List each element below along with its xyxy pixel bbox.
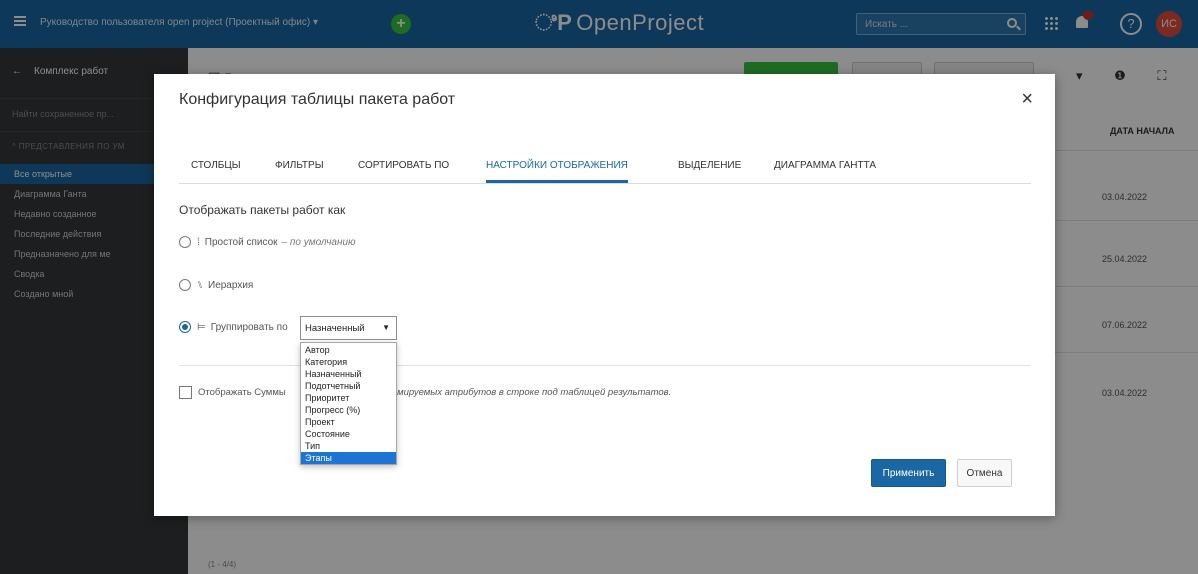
tab-display-settings[interactable]: НАСТРОЙКИ ОТОБРАЖЕНИЯ <box>486 160 628 183</box>
dropdown-option[interactable]: Автор <box>301 344 396 356</box>
group-by-select[interactable]: Назначенный ▼ <box>300 316 397 340</box>
default-note: – по умолчанию <box>281 236 356 248</box>
dropdown-option[interactable]: Назначенный <box>301 368 396 380</box>
group-by-label: Группировать по <box>210 321 288 333</box>
dropdown-option[interactable]: Подотчетный <box>301 380 396 392</box>
group-by-icon: ⊨ <box>197 321 206 333</box>
group-by-dropdown: Автор Категория Назначенный Подотчетный … <box>300 342 397 465</box>
dropdown-option[interactable]: Прогресс (%) <box>301 404 396 416</box>
dropdown-option-highlighted[interactable]: Этапы <box>301 452 396 464</box>
tab-sort-by[interactable]: СОРТИРОВАТЬ ПО <box>358 160 449 171</box>
tab-filters[interactable]: ФИЛЬТРЫ <box>275 160 324 171</box>
hierarchy-label: Иерархия <box>208 279 254 291</box>
display-mode-label: Отображать пакеты работ как <box>179 203 346 217</box>
dropdown-option[interactable]: Проект <box>301 416 396 428</box>
dropdown-option[interactable]: Состояние <box>301 428 396 440</box>
flat-list-label: Простой список <box>204 236 278 248</box>
table-config-modal: Конфигурация таблицы пакета работ × СТОЛ… <box>154 74 1055 516</box>
hierarchy-icon: ⑊ <box>197 279 203 291</box>
display-sums-label-start: Отображать Суммы <box>198 387 286 398</box>
tab-highlighting[interactable]: ВЫДЕЛЕНИЕ <box>678 160 741 171</box>
group-by-select-value: Назначенный <box>305 323 365 334</box>
cancel-button[interactable]: Отмена <box>957 459 1012 487</box>
option-hierarchy[interactable]: ⑊ Иерархия <box>179 279 253 291</box>
modal-title: Конфигурация таблицы пакета работ <box>179 91 456 108</box>
chevron-down-icon: ▼ <box>382 323 390 332</box>
display-sums-option[interactable]: Отображать Суммы сумму всех суммируемых а… <box>179 386 671 399</box>
display-sums-checkbox[interactable] <box>179 386 192 399</box>
dropdown-option[interactable]: Приоритет <box>301 392 396 404</box>
tab-gantt-chart[interactable]: ДИАГРАММА ГАНТТА <box>774 160 876 171</box>
flat-list-radio[interactable] <box>179 236 191 248</box>
close-icon[interactable]: × <box>1021 88 1033 111</box>
flat-list-icon: ⁞ <box>197 236 200 248</box>
display-sums-label: Отображать Суммы сумму всех суммируемых а… <box>198 387 671 398</box>
hierarchy-radio[interactable] <box>179 279 191 291</box>
option-group-by[interactable]: ⊨ Группировать по <box>179 321 288 333</box>
apply-button[interactable]: Применить <box>871 459 946 487</box>
modal-tabs: СТОЛБЦЫ ФИЛЬТРЫ СОРТИРОВАТЬ ПО НАСТРОЙКИ… <box>179 152 1031 184</box>
tab-columns[interactable]: СТОЛБЦЫ <box>191 160 241 171</box>
dropdown-option[interactable]: Тип <box>301 440 396 452</box>
dropdown-option[interactable]: Категория <box>301 356 396 368</box>
option-flat-list[interactable]: ⁞ Простой список – по умолчанию <box>179 236 356 248</box>
group-by-radio[interactable] <box>179 321 191 333</box>
